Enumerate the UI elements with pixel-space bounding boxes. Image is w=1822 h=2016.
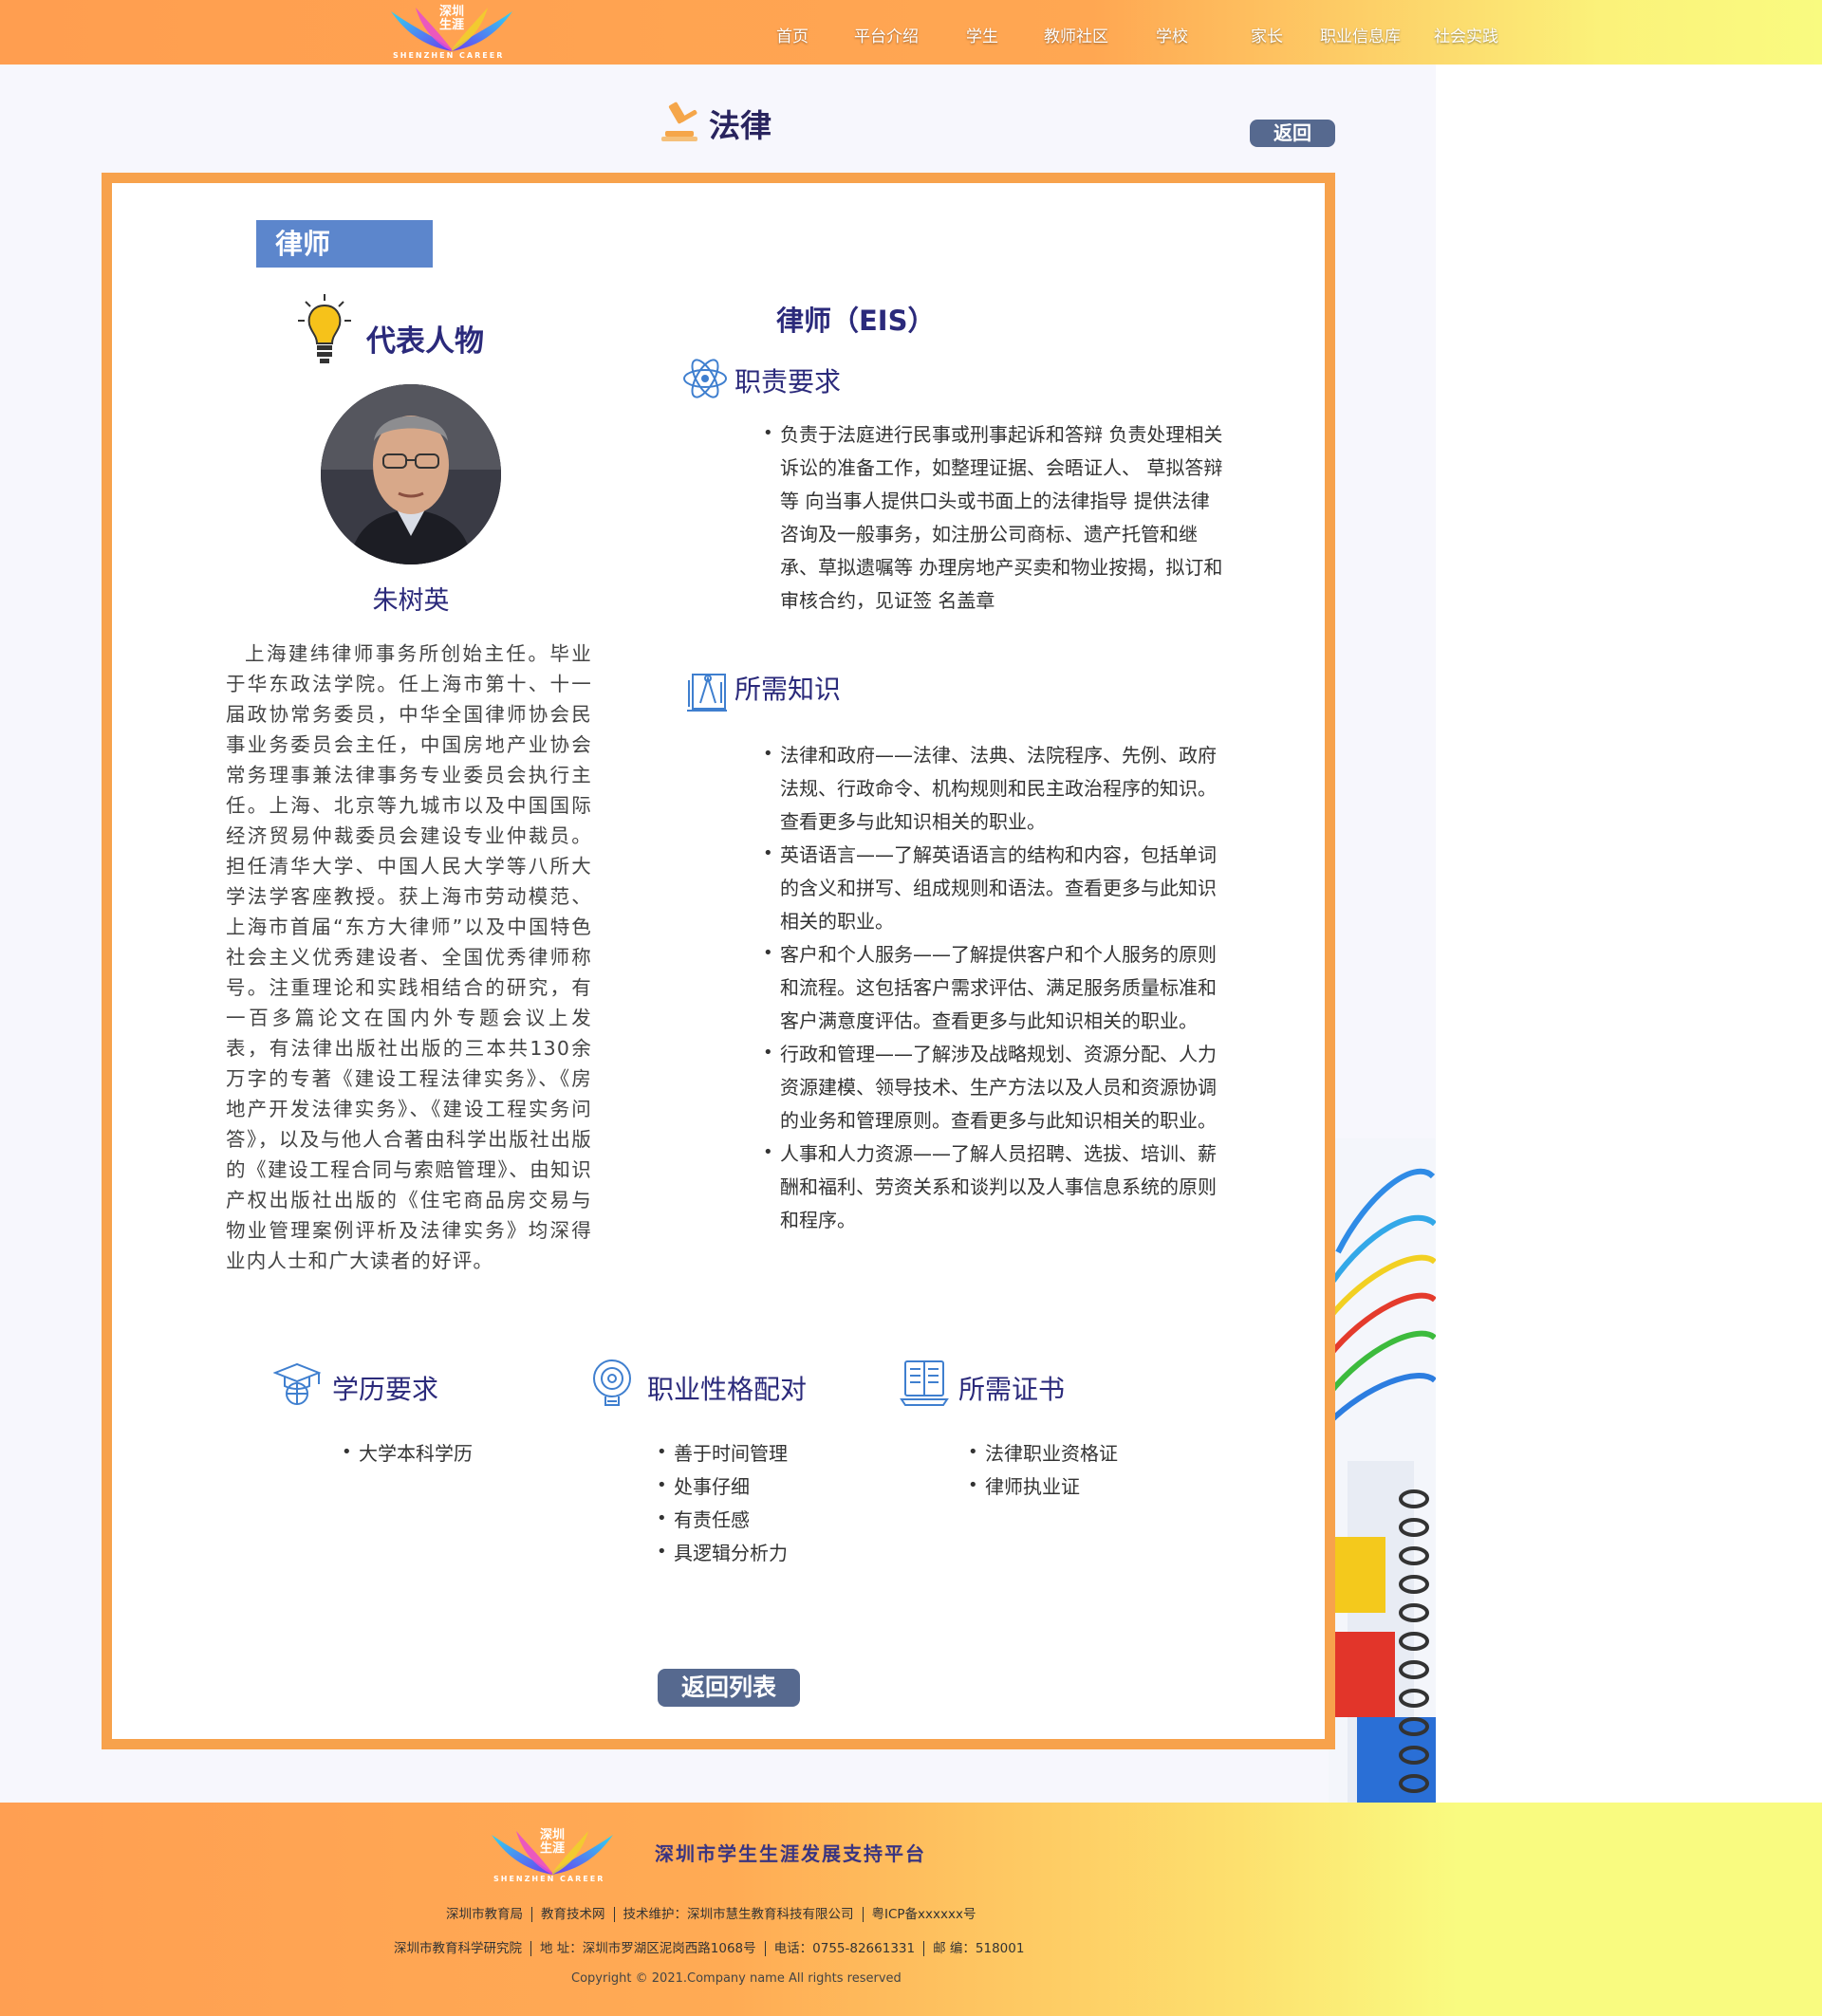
person-portrait-icon [321,384,501,564]
footer-links-row: 深圳市教育局 教育技术网 技术维护：深圳市慧生教育科技有限公司 粤ICP备xxxxxx… [446,1903,976,1922]
representative-heading: 代表人物 [366,324,484,359]
list-item: 客户和个人服务——了解提供客户和个人服务的原则和流程。这包括客户需求评估、满足服… [763,936,1218,1038]
footer-link-education-bureau[interactable]: 深圳市教育局 [446,1907,523,1922]
logo-english-text: SHENZHEN CAREER [393,51,505,60]
header-logo[interactable]: 深圳 生涯 SHENZHEN CAREER [387,2,516,61]
list-item: 法律职业资格证 [968,1435,1215,1470]
brain-gear-icon [593,1359,631,1406]
nav-students[interactable]: 学生 [966,23,998,46]
career-tag: 律师 [256,220,433,268]
career-eis-title: 律师（EIS） [776,305,936,337]
logo-english-text: SHENZHEN CAREER [493,1875,605,1883]
nav-platform-intro[interactable]: 平台介绍 [854,23,919,46]
list-item: 律师执业证 [968,1469,1215,1504]
logo-text-line1: 深圳 [438,5,464,19]
list-item: 行政和管理——了解涉及战略规划、资源分配、人力资源建模、领导技术、生产方法以及人… [763,1036,1218,1137]
book-icon [900,1360,949,1406]
top-header: 深圳 生涯 SHENZHEN CAREER 首页 平台介绍 学生 教师社区 学校… [0,0,1822,65]
footer-postcode: 邮 编：518001 [933,1941,1025,1956]
education-heading: 学历要求 [332,1374,439,1405]
footer-logo[interactable]: 深圳 生涯 SHENZHEN CAREER [488,1825,617,1884]
gavel-icon [661,102,697,141]
nav-schools[interactable]: 学校 [1156,23,1188,46]
nav-parents[interactable]: 家长 [1251,23,1283,46]
decorative-stationery-image [1329,1138,1436,1803]
duties-heading: 职责要求 [734,366,842,398]
list-item: 法律和政府——法律、法典、法院程序、先例、政府法规、行政命令、机构规则和民主政治… [763,737,1218,839]
list-item: 善于时间管理 [657,1435,903,1470]
certificates-list: 法律职业资格证 律师执业证 [968,1435,1215,1504]
nav-social-practice[interactable]: 社会实践 [1434,23,1498,46]
logo-text-line1: 深圳 [539,1828,565,1842]
personality-heading: 职业性格配对 [647,1374,808,1405]
knowledge-list: 法律和政府——法律、法典、法院程序、先例、政府法规、行政命令、机构规则和民主政治… [763,737,1218,1237]
list-item: 有责任感 [657,1502,903,1537]
personality-list: 善于时间管理 处事仔细 有责任感 具逻辑分析力 [657,1435,903,1570]
footer-maintainer: 技术维护：深圳市慧生教育科技有限公司 [623,1907,854,1922]
duties-list: 负责于法庭进行民事或刑事起诉和答辩 负责处理相关诉讼的准备工作，如整理证据、会晤… [763,416,1228,618]
lightbulb-icon [298,294,351,363]
education-list: 大学本科学历 [342,1435,588,1470]
footer-icp[interactable]: 粤ICP备xxxxxx号 [872,1907,976,1922]
knowledge-heading: 所需知识 [734,674,842,705]
back-to-list-button[interactable]: 返回列表 [658,1669,800,1707]
logo-text-line2: 生涯 [438,17,464,32]
person-name: 朱树英 [372,586,450,616]
nav-career-database[interactable]: 职业信息库 [1320,23,1401,46]
list-item: 具逻辑分析力 [657,1535,903,1570]
list-item: 处事仔细 [657,1469,903,1504]
footer-contact-row: 深圳市教育科学研究院 地 址：深圳市罗湖区泥岗西路1068号 电话：0755-826… [394,1937,1024,1956]
person-bio: 上海建纬律师事务所创始主任。毕业于华东政法学院。任上海市第十、十一届政协常务委员… [226,642,592,1272]
page-title: 法律 [709,107,772,144]
footer-phone: 电话：0755-82661331 [773,1941,916,1956]
atom-icon [683,359,727,398]
certificates-heading: 所需证书 [958,1374,1066,1405]
logo-text-line2: 生涯 [539,1840,565,1856]
person-avatar [321,384,501,564]
footer: 深圳 生涯 SHENZHEN CAREER 深圳市学生生涯发展支持平台 深圳市教… [0,1803,1822,2016]
list-item: 大学本科学历 [342,1435,588,1470]
page-right-margin [1436,65,1822,1803]
career-detail-card: 律师 代表人物 朱树英 上海建纬律师事务所创始主任。毕业于华东政法学院。任上海市… [102,173,1335,1749]
footer-institute: 深圳市教育科学研究院 [394,1941,522,1956]
footer-copyright: Copyright © 2021.Company name All rights… [571,1971,902,1986]
nav-teacher-community[interactable]: 教师社区 [1044,23,1108,46]
drafting-tools-icon [687,674,727,712]
footer-platform-name: 深圳市学生生涯发展支持平台 [655,1842,926,1865]
stationery-illustration-icon [1329,1138,1436,1803]
list-item: 人事和人力资源——了解人员招聘、选拔、培训、薪酬和福利、劳资关系和谈判以及人事信… [763,1136,1218,1237]
nav-home[interactable]: 首页 [776,23,809,46]
footer-address: 地 址：深圳市罗湖区泥岗西路1068号 [540,1941,756,1956]
list-item: 英语语言——了解英语语言的结构和内容，包括单词的含义和拼写、组成规则和语法。查看… [763,837,1218,938]
back-button[interactable]: 返回 [1250,120,1335,147]
list-item: 负责于法庭进行民事或刑事起诉和答辩 负责处理相关诉讼的准备工作，如整理证据、会晤… [763,416,1228,618]
graduation-cap-icon [273,1362,321,1405]
footer-link-edu-tech[interactable]: 教育技术网 [541,1907,605,1922]
